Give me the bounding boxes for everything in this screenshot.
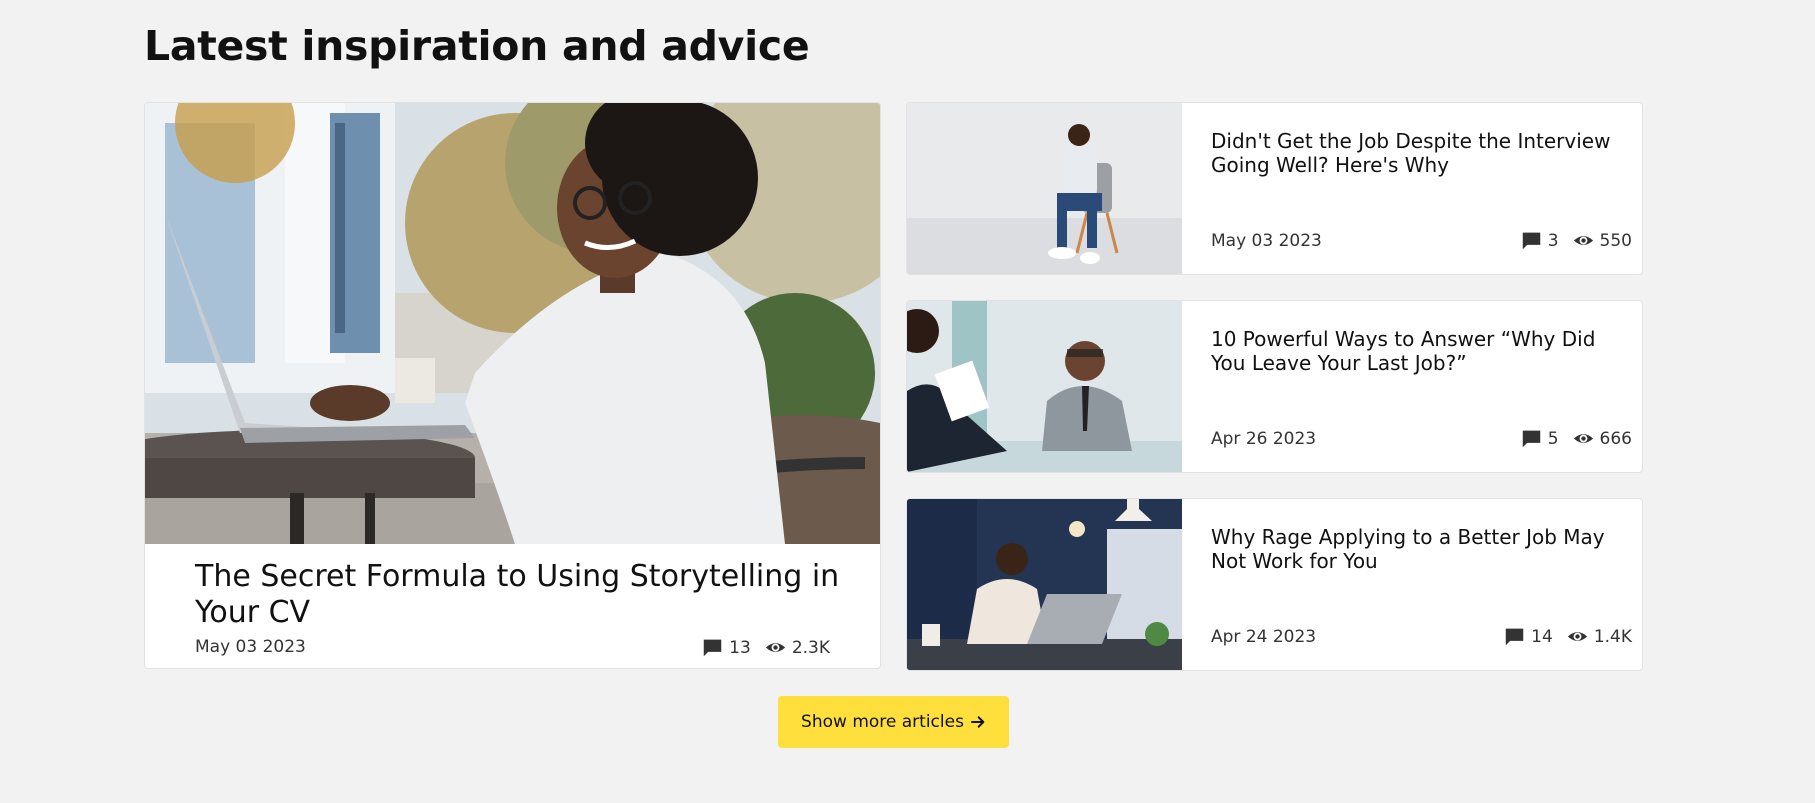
article-date: Apr 24 2023 <box>1211 627 1317 647</box>
comment-count: 14 <box>1531 626 1553 647</box>
featured-article-image <box>145 103 880 544</box>
show-more-articles-button[interactable]: Show more articles <box>778 696 1009 748</box>
featured-article-title[interactable]: The Secret Formula to Using Storytelling… <box>195 559 855 631</box>
show-more-label: Show more articles <box>801 712 964 732</box>
comment-icon <box>1522 232 1540 250</box>
article-stats: 14 1.4K <box>1504 626 1632 647</box>
comment-count: 5 <box>1547 428 1559 449</box>
comment-icon <box>1522 430 1540 448</box>
article-title[interactable]: Why Rage Applying to a Better Job May No… <box>1211 525 1631 573</box>
article-date: May 03 2023 <box>1211 231 1322 251</box>
view-count: 550 <box>1599 230 1632 251</box>
article-title[interactable]: 10 Powerful Ways to Answer “Why Did You … <box>1211 327 1631 375</box>
article-image <box>907 301 1182 472</box>
article-date: Apr 26 2023 <box>1211 429 1317 449</box>
view-count: 666 <box>1599 428 1632 449</box>
section-title: Latest inspiration and advice <box>144 22 810 70</box>
arrow-right-icon <box>970 716 985 728</box>
article-card[interactable]: Why Rage Applying to a Better Job May No… <box>906 498 1643 671</box>
eye-icon <box>1573 434 1593 443</box>
featured-article-date: May 03 2023 <box>195 637 306 657</box>
comment-icon <box>703 639 722 657</box>
article-stats: 5 666 <box>1521 428 1632 449</box>
eye-icon <box>1567 632 1587 641</box>
comment-count: 13 <box>729 637 751 658</box>
view-count: 1.4K <box>1593 626 1632 647</box>
comment-icon <box>1505 628 1524 646</box>
comment-count: 3 <box>1547 230 1559 251</box>
article-title[interactable]: Didn't Get the Job Despite the Interview… <box>1211 129 1631 177</box>
article-image <box>907 103 1182 274</box>
featured-article-stats: 13 2.3K <box>702 637 830 658</box>
eye-icon <box>1573 236 1593 245</box>
article-stats: 3 550 <box>1521 230 1632 251</box>
eye-icon <box>765 643 785 652</box>
view-count: 2.3K <box>791 637 830 658</box>
featured-article-card[interactable]: The Secret Formula to Using Storytelling… <box>144 102 881 669</box>
article-card[interactable]: 10 Powerful Ways to Answer “Why Did You … <box>906 300 1643 473</box>
article-image <box>907 499 1182 670</box>
article-card[interactable]: Didn't Get the Job Despite the Interview… <box>906 102 1643 275</box>
